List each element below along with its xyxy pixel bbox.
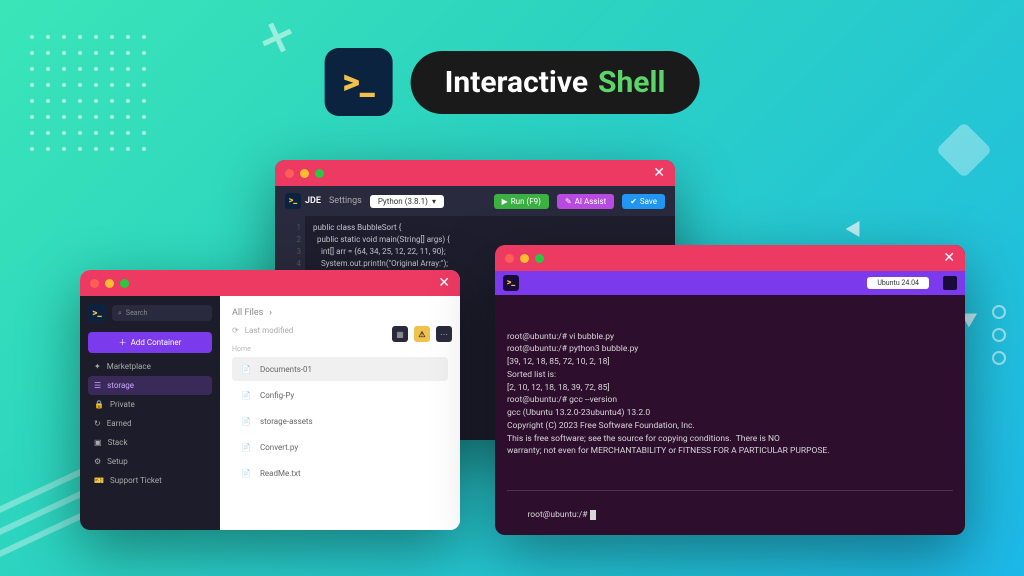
add-container-button[interactable]: ＋ Add Container [88, 332, 212, 353]
close-icon[interactable]: ✕ [438, 275, 450, 291]
sidebar-icon: 🎫 [94, 476, 104, 485]
file-manager-window: ✕ >_ ⌕Search ＋ Add Container ✦ Marketplac… [80, 270, 460, 530]
file-name: ReadMe.txt [260, 469, 301, 478]
app-logo: >_ [325, 48, 393, 116]
sidebar-item-setup[interactable]: ⚙ Setup [88, 452, 212, 471]
terminal-icon: >_ [503, 275, 519, 291]
file-item[interactable]: 📄 Convert.py [232, 435, 448, 459]
terminal-icon: >_ [88, 304, 106, 322]
divider [507, 490, 953, 491]
sidebar-icon: ↻ [94, 419, 101, 428]
file-item[interactable]: 📄 Config-Py [232, 383, 448, 407]
fm-titlebar[interactable]: ✕ [80, 270, 460, 296]
sidebar-item-storage[interactable]: ☰ storage [88, 376, 212, 395]
file-name: Documents-01 [260, 365, 312, 374]
close-icon[interactable]: ✕ [943, 250, 955, 266]
view-toggle-button[interactable]: ▦ [392, 326, 408, 342]
terminal-icon: >_ [342, 62, 374, 102]
hero-word-1: Interactive [445, 65, 588, 100]
terminal-line: Copyright (C) 2023 Free Software Foundat… [507, 420, 953, 433]
search-input[interactable]: ⌕Search [112, 305, 212, 321]
terminal-line: gcc (Ubuntu 13.2.0-23ubuntu4) 13.2.0 [507, 407, 953, 420]
sidebar-icon: 🔒 [94, 400, 104, 409]
terminal-line: root@ubuntu:/# gcc --version [507, 394, 953, 407]
file-item[interactable]: 📄 storage-assets [232, 409, 448, 433]
sidebar-icon: ✦ [94, 362, 101, 371]
close-icon[interactable]: ✕ [653, 165, 665, 181]
terminal-window: ✕ >_ Ubuntu 24.04 root@ubuntu:/# vi bubb… [495, 245, 965, 535]
terminal-line: Sorted list is: [507, 369, 953, 382]
sidebar-icon: ⚙ [94, 457, 101, 466]
bg-x-icon: ✕ [253, 11, 301, 67]
hero-title: Interactive Shell [411, 51, 700, 114]
file-icon: 📄 [240, 415, 252, 427]
sidebar-item-label: Stack [108, 438, 128, 447]
file-item[interactable]: 📄 Documents-01 [232, 357, 448, 381]
file-name: Config-Py [260, 391, 294, 400]
sidebar-item-support-ticket[interactable]: 🎫 Support Ticket [88, 471, 212, 490]
ide-toolbar: >_JDE Settings Python (3.8.1)▾ ▶ Run (F9… [275, 186, 675, 216]
settings-link[interactable]: Settings [329, 196, 362, 206]
sidebar-item-label: Earned [107, 419, 132, 428]
sidebar-item-label: Support Ticket [110, 476, 162, 485]
sidebar-item-earned[interactable]: ↻ Earned [88, 414, 212, 433]
file-item[interactable]: 📄 ReadMe.txt [232, 461, 448, 485]
file-icon: 📄 [240, 363, 252, 375]
language-select[interactable]: Python (3.8.1)▾ [370, 195, 444, 208]
file-icon: 📄 [240, 389, 252, 401]
sidebar-item-label: Private [110, 400, 135, 409]
menu-button[interactable]: ⋯ [436, 326, 452, 342]
sidebar-item-label: Marketplace [107, 362, 151, 371]
prompt: root@ubuntu:/# [527, 510, 589, 520]
fullscreen-button[interactable] [943, 276, 957, 290]
ide-titlebar[interactable]: ✕ [275, 160, 675, 186]
bg-circle-icon [992, 328, 1006, 342]
hero-word-2: Shell [598, 65, 665, 100]
sidebar-item-label: storage [107, 381, 134, 390]
ai-assist-button[interactable]: ✎ AI Assist [557, 194, 614, 209]
sidebar-item-label: Setup [107, 457, 128, 466]
cursor-icon [590, 510, 596, 520]
fm-sidebar: >_ ⌕Search ＋ Add Container ✦ Marketplace ☰… [80, 296, 220, 530]
terminal-line: root@ubuntu:/# python3 bubble.py [507, 343, 953, 356]
ide-brand: >_JDE [285, 193, 321, 209]
terminal-line: warranty; not even for MERCHANTABILITY o… [507, 445, 953, 458]
window-controls[interactable] [505, 254, 544, 263]
bg-diamond [936, 122, 993, 179]
terminal-line: [39, 12, 18, 85, 72, 10, 2, 18] [507, 356, 953, 369]
terminal-line: This is free software; see the source fo… [507, 433, 953, 446]
term-toolbar: >_ Ubuntu 24.04 [495, 271, 965, 295]
file-name: Convert.py [260, 443, 298, 452]
chevron-down-icon: ▾ [432, 197, 436, 206]
os-label[interactable]: Ubuntu 24.04 [867, 277, 929, 289]
file-name: storage-assets [260, 417, 313, 426]
section-label: Home [232, 345, 448, 353]
sidebar-icon: ▣ [94, 438, 102, 447]
bg-circle-icon [992, 305, 1006, 319]
save-button[interactable]: ✔ Save [622, 194, 665, 209]
bg-circle-icon [992, 351, 1006, 365]
file-icon: 📄 [240, 441, 252, 453]
notification-badge[interactable]: ⚠ [414, 326, 430, 342]
chevron-right-icon: › [269, 308, 272, 318]
terminal-line: root@ubuntu:/# vi bubble.py [507, 331, 953, 344]
window-controls[interactable] [285, 169, 324, 178]
terminal-output[interactable]: root@ubuntu:/# vi bubble.pyroot@ubuntu:/… [495, 295, 965, 535]
bg-triangle-icon [846, 217, 867, 237]
window-controls[interactable] [90, 279, 129, 288]
term-titlebar[interactable]: ✕ [495, 245, 965, 271]
terminal-icon: >_ [285, 193, 301, 209]
sidebar-item-marketplace[interactable]: ✦ Marketplace [88, 357, 212, 376]
sidebar-icon: ☰ [94, 381, 101, 390]
terminal-line: [2, 10, 12, 18, 18, 39, 72, 85] [507, 382, 953, 395]
hero: >_ Interactive Shell [325, 48, 700, 116]
sidebar-item-stack[interactable]: ▣ Stack [88, 433, 212, 452]
file-icon: 📄 [240, 467, 252, 479]
bg-dot-grid [30, 35, 146, 151]
fm-main: ▦ ⚠ ⋯ All Files › ⟳ Last modified Home 📄… [220, 296, 460, 530]
sidebar-item-private[interactable]: 🔒 Private [88, 395, 212, 414]
run-button[interactable]: ▶ Run (F9) [494, 194, 549, 209]
breadcrumb[interactable]: All Files › [232, 308, 448, 318]
search-icon: ⌕ [118, 309, 122, 318]
